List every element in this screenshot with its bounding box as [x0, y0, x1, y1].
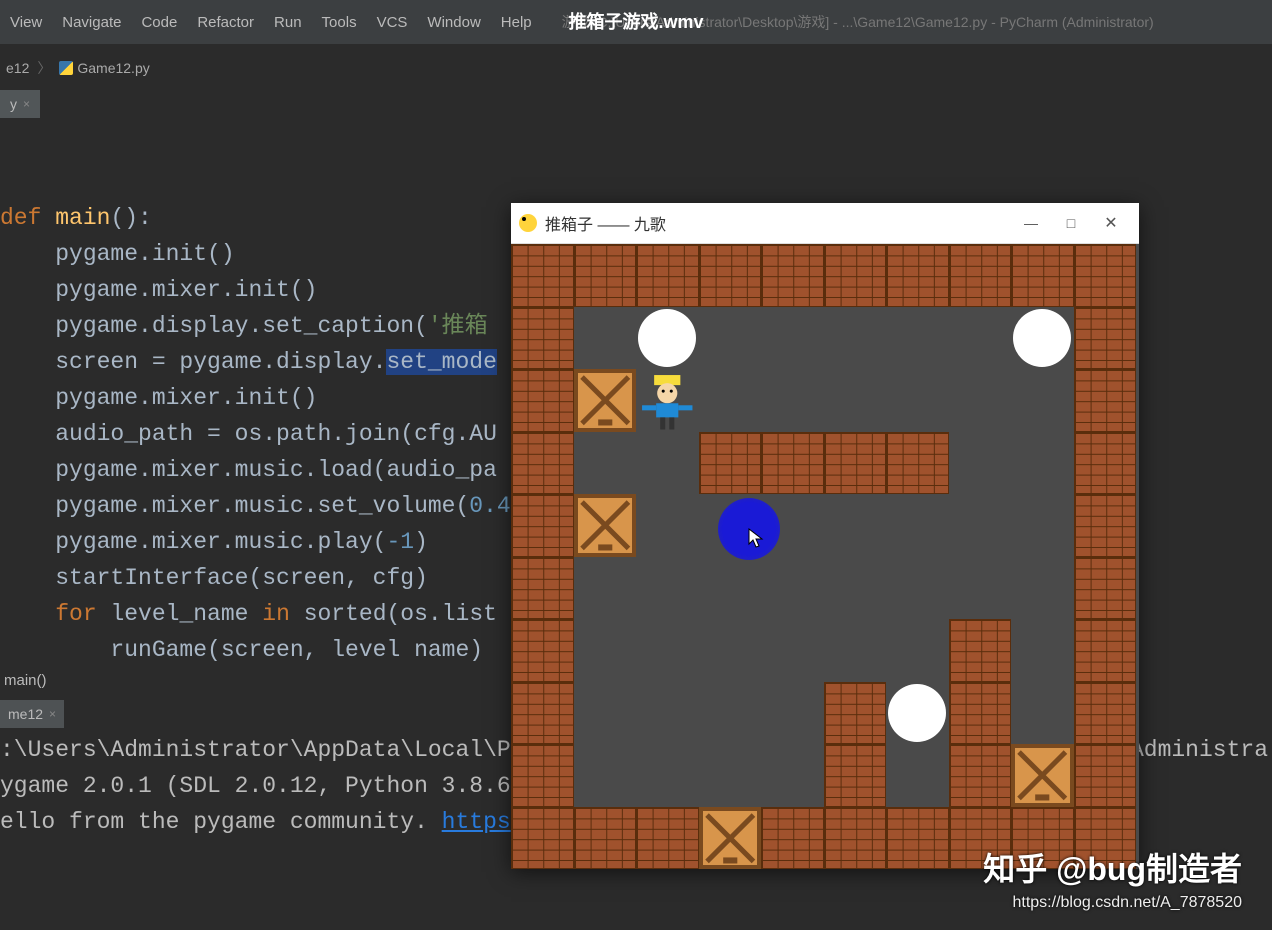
game-wall	[636, 807, 699, 870]
game-wall	[1074, 682, 1137, 745]
game-wall	[886, 807, 949, 870]
game-titlebar[interactable]: 推箱子 —— 九歌 — □ ✕	[511, 203, 1139, 244]
game-wall	[511, 244, 574, 307]
game-wall	[949, 682, 1012, 745]
game-target	[1011, 307, 1074, 370]
game-box	[574, 494, 637, 557]
game-wall	[824, 807, 887, 870]
game-wall	[511, 619, 574, 682]
game-wall	[574, 807, 637, 870]
python-file-icon	[59, 61, 73, 75]
game-wall	[949, 744, 1012, 807]
run-tab[interactable]: me12 ×	[0, 700, 64, 728]
game-wall	[824, 432, 887, 495]
game-wall	[1074, 307, 1137, 370]
game-target	[636, 307, 699, 370]
game-wall	[511, 494, 574, 557]
game-box	[699, 807, 762, 870]
watermark-sub: https://blog.csdn.net/A_7878520	[983, 894, 1242, 912]
game-wall	[1074, 244, 1137, 307]
game-title: 推箱子 —— 九歌	[545, 211, 1011, 235]
game-wall	[761, 807, 824, 870]
game-wall	[949, 244, 1012, 307]
game-wall	[886, 244, 949, 307]
close-icon[interactable]: ×	[49, 707, 56, 721]
game-wall	[511, 807, 574, 870]
game-wall	[511, 744, 574, 807]
game-wall	[511, 557, 574, 620]
game-wall	[1011, 244, 1074, 307]
game-wall	[1074, 619, 1137, 682]
game-wall	[511, 682, 574, 745]
game-app-icon	[519, 214, 537, 232]
run-tab-label: me12	[8, 706, 43, 722]
game-wall	[761, 432, 824, 495]
editor-tab-label: y	[10, 96, 17, 112]
editor-tab[interactable]: y ×	[0, 90, 40, 118]
game-wall	[511, 307, 574, 370]
game-wall	[949, 619, 1012, 682]
game-wall	[1074, 432, 1137, 495]
watermark-main: 知乎 @bug制造者	[983, 851, 1242, 887]
close-button[interactable]: ✕	[1091, 213, 1131, 233]
minimize-button[interactable]: —	[1011, 215, 1051, 231]
watermark: 知乎 @bug制造者 https://blog.csdn.net/A_78785…	[983, 844, 1242, 912]
game-target	[886, 682, 949, 745]
game-wall	[636, 244, 699, 307]
breadcrumb-file[interactable]: Game12.py	[53, 60, 155, 76]
game-wall	[511, 432, 574, 495]
game-player	[636, 369, 699, 432]
game-wall	[574, 244, 637, 307]
game-wall	[1074, 369, 1137, 432]
maximize-button[interactable]: □	[1051, 215, 1091, 231]
game-wall	[824, 244, 887, 307]
sokoban-game-window: 推箱子 —— 九歌 — □ ✕ 按R键重新开始本关	[511, 203, 1139, 868]
chevron-icon: 〉	[37, 58, 51, 78]
game-box	[574, 369, 637, 432]
game-wall	[824, 682, 887, 745]
game-wall	[1074, 494, 1137, 557]
game-wall	[824, 744, 887, 807]
close-icon[interactable]: ×	[23, 97, 30, 111]
game-wall	[1074, 557, 1137, 620]
game-wall	[511, 369, 574, 432]
structure-indicator: main()	[4, 672, 47, 689]
game-wall	[761, 244, 824, 307]
video-overlay-title: 推箱子游戏.wmv	[0, 8, 1272, 34]
game-wall	[886, 432, 949, 495]
game-box	[1011, 744, 1074, 807]
game-wall	[699, 432, 762, 495]
game-wall	[1074, 744, 1137, 807]
game-wall	[699, 244, 762, 307]
breadcrumb-folder[interactable]: e12	[0, 60, 35, 76]
pygame-link[interactable]: https	[442, 809, 511, 835]
game-canvas[interactable]: 按R键重新开始本关	[511, 244, 1139, 869]
breadcrumb: e12 〉 Game12.py	[0, 54, 156, 82]
